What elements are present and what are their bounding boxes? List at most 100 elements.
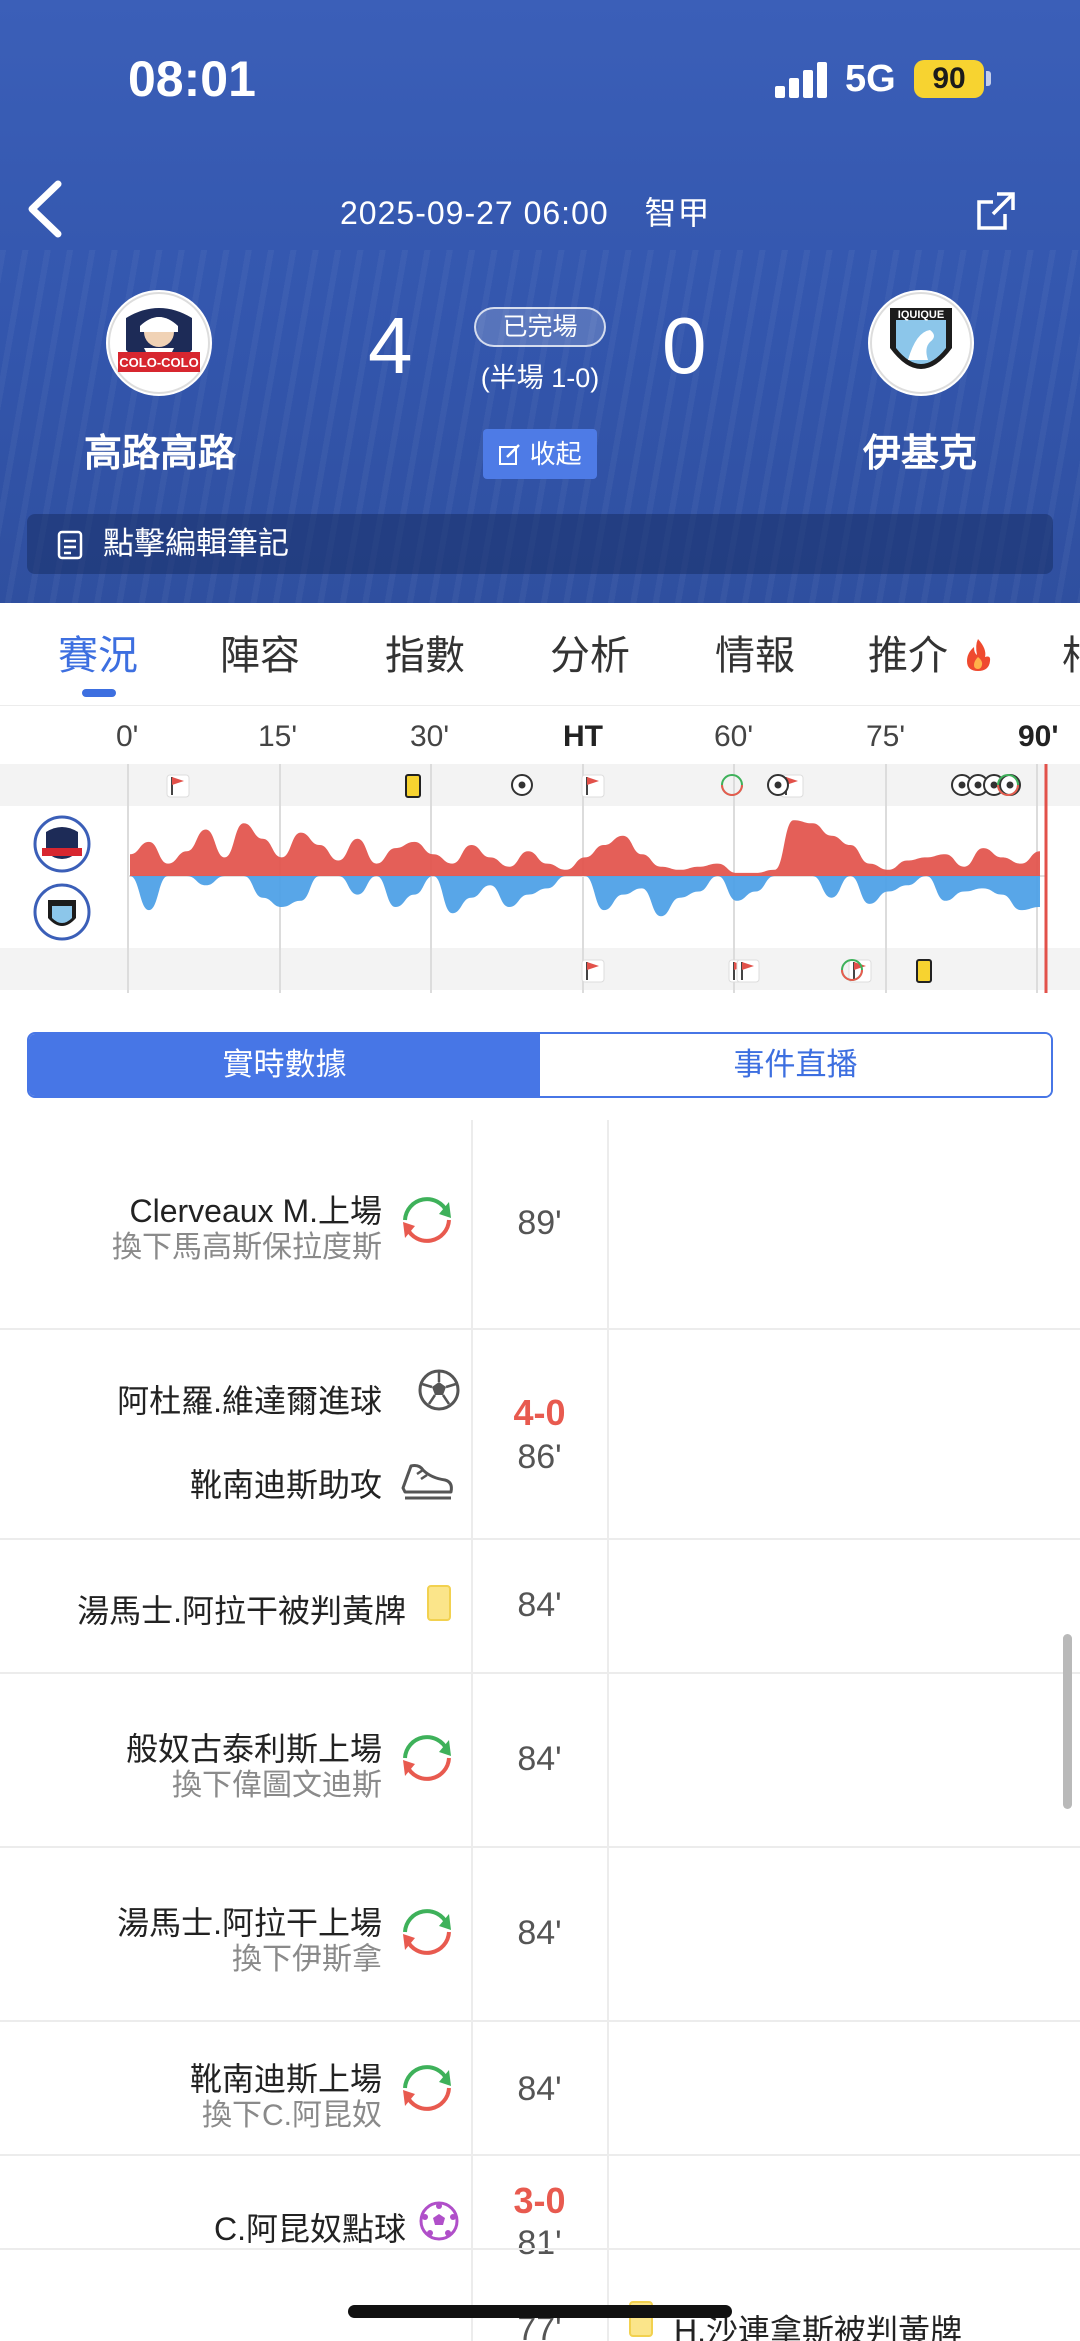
event-subtext: 換下馬高斯保拉度斯 (112, 1231, 382, 1264)
edit-notes-bar[interactable]: 點擊編輯筆記 (27, 514, 1053, 574)
event-minute: 84' (517, 1914, 562, 1952)
column-divider (471, 1120, 473, 2341)
penalty-icon (419, 2201, 459, 2241)
event-score: 3-0 (513, 2180, 566, 2221)
assist-icon (401, 1464, 453, 1500)
event-minute: 84' (517, 1586, 562, 1624)
column-divider (607, 1120, 609, 2341)
goal-icon-center (1006, 781, 1014, 789)
yellow-card-icon (405, 774, 421, 798)
status-time: 08:01 (128, 51, 256, 107)
tab-bar: 賽況 陣容 指數 分析 情報 推介 相 (0, 603, 1080, 706)
yellow-card-icon (427, 1585, 451, 1621)
league-name: 智甲 (644, 195, 711, 231)
goal-icon-center (958, 781, 966, 789)
row-divider (0, 1538, 1080, 1540)
corner-flag-icon-bg (581, 959, 605, 983)
share-icon[interactable] (975, 190, 1017, 232)
away-score: 0 (662, 301, 707, 390)
away-badge-inner (52, 906, 72, 923)
tab-odds[interactable]: 指數 (385, 623, 465, 681)
collapse-button[interactable]: 收起 (483, 429, 597, 479)
corner-flag-icon-bg (166, 774, 190, 798)
home-team-logo[interactable]: COLO-COLO (106, 290, 212, 396)
event-score: 4-0 (513, 1392, 566, 1433)
edit-icon (499, 444, 521, 465)
event-minute: 84' (517, 1740, 562, 1778)
match-detail-screen: 08:01 5G 90 2025-09-27 06:00 智甲 COLO-COL… (0, 0, 1080, 2341)
tick-label: HT (563, 720, 603, 753)
svg-text:IQUIQUE: IQUIQUE (898, 309, 944, 321)
home-indicator[interactable] (348, 2305, 732, 2318)
event-minute: 86' (517, 1438, 562, 1476)
row-divider (0, 1672, 1080, 1674)
corner-flag-icon-bg (736, 959, 760, 983)
row-divider (0, 2248, 1080, 2250)
away-team-name[interactable]: 伊基克 (800, 422, 1040, 477)
notes-label: 點擊編輯筆記 (103, 526, 289, 561)
tick-label: 75' (866, 720, 906, 753)
event-subtext: 換下C.阿昆奴 (202, 2099, 382, 2132)
view-toggle: 實時數據 事件直播 (27, 1032, 1053, 1098)
home-momentum-area (130, 820, 1040, 876)
match-header: 08:01 5G 90 2025-09-27 06:00 智甲 COLO-COL… (0, 0, 1080, 603)
home-score: 4 (368, 301, 413, 390)
tab-active-indicator (82, 689, 116, 697)
momentum-chart (0, 764, 1080, 993)
svg-text:COLO-COLO: COLO-COLO (119, 355, 198, 370)
corner-flag-icon-bg (581, 774, 605, 798)
tick-label: 90' (1018, 720, 1059, 753)
half-time-score: (半場 1-0) (480, 363, 600, 393)
event-list: Clerveaux M.上場 換下馬高斯保拉度斯 89' 阿杜羅.維達爾進球 靴… (0, 1120, 1080, 2341)
substitution-icon (403, 1735, 451, 1781)
goal-icon-center (990, 781, 998, 789)
tab-tips-label: 推介 (868, 634, 948, 678)
match-status-badge: 已完場 (474, 307, 606, 347)
tab-intel[interactable]: 情報 (715, 623, 795, 681)
row-divider (0, 1328, 1080, 1330)
live-data-toggle[interactable]: 實時數據 (29, 1034, 540, 1096)
match-meta: 2025-09-27 06:00 智甲 (340, 188, 711, 234)
row-divider (0, 1846, 1080, 1848)
row-divider (0, 2020, 1080, 2022)
tick-label: 60' (714, 720, 754, 753)
yellow-card-icon (916, 959, 932, 983)
substitution-icon (403, 1197, 451, 1243)
away-team-logo[interactable]: IQUIQUE (868, 290, 974, 396)
tab-related[interactable]: 相 (1062, 623, 1080, 681)
tab-analysis[interactable]: 分析 (550, 623, 630, 681)
event-live-toggle[interactable]: 事件直播 (540, 1034, 1051, 1096)
event-minute: 84' (517, 2070, 562, 2108)
fire-icon (967, 639, 991, 671)
tick-label: 0' (116, 720, 139, 753)
goal-icon-center (974, 781, 982, 789)
battery-tip (986, 71, 991, 86)
substitution-icon (403, 1909, 451, 1955)
event-minute: 89' (517, 1204, 562, 1242)
back-arrow-icon[interactable] (22, 178, 72, 240)
network-type: 5G (845, 58, 896, 100)
home-event-lane (0, 764, 1080, 806)
tab-lineup[interactable]: 陣容 (220, 623, 300, 681)
event-text: 湯馬士.阿拉干被判黃牌 (77, 1593, 406, 1629)
collapse-label: 收起 (529, 439, 582, 469)
event-text: 阿杜羅.維達爾進球 (117, 1383, 382, 1419)
home-badge-band (42, 848, 82, 856)
event-text: C.阿昆奴點球 (213, 2211, 406, 2247)
row-divider (0, 2154, 1080, 2156)
tick-label: 15' (258, 720, 298, 753)
away-momentum-area (130, 876, 1040, 917)
goal-icon (418, 1369, 460, 1411)
tab-tips[interactable]: 推介 (868, 623, 993, 681)
goal-icon-center (774, 781, 782, 789)
signal-icon (775, 60, 830, 98)
scrollbar[interactable] (1063, 1634, 1072, 1809)
tab-match-live[interactable]: 賽況 (58, 623, 138, 681)
match-timeline: 0' 15' 30' HT 60' 75' 90' (0, 706, 1080, 993)
match-datetime: 2025-09-27 06:00 (340, 195, 609, 231)
tick-label: 30' (410, 720, 450, 753)
event-subtext: 換下偉圖文迪斯 (172, 1769, 382, 1802)
home-team-name[interactable]: 高路高路 (40, 422, 280, 477)
event-minute: 81' (517, 2224, 562, 2262)
goal-icon-center (518, 781, 526, 789)
